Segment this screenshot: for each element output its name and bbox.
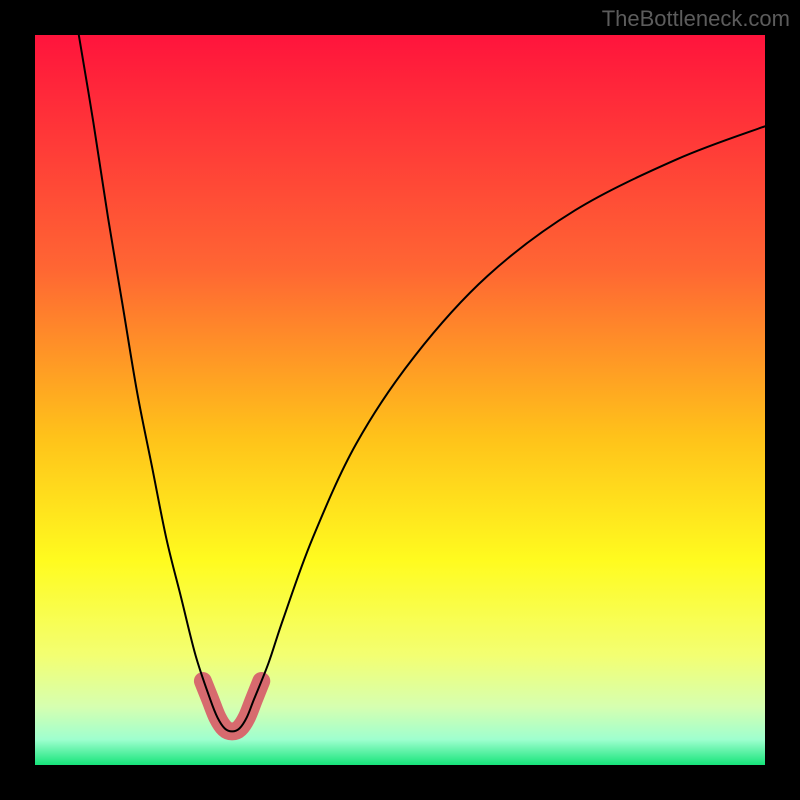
plot-area [35, 35, 765, 765]
bottleneck-curve [79, 35, 765, 731]
chart-frame: TheBottleneck.com [0, 0, 800, 800]
watermark-text: TheBottleneck.com [602, 6, 790, 32]
curve-layer [35, 35, 765, 765]
